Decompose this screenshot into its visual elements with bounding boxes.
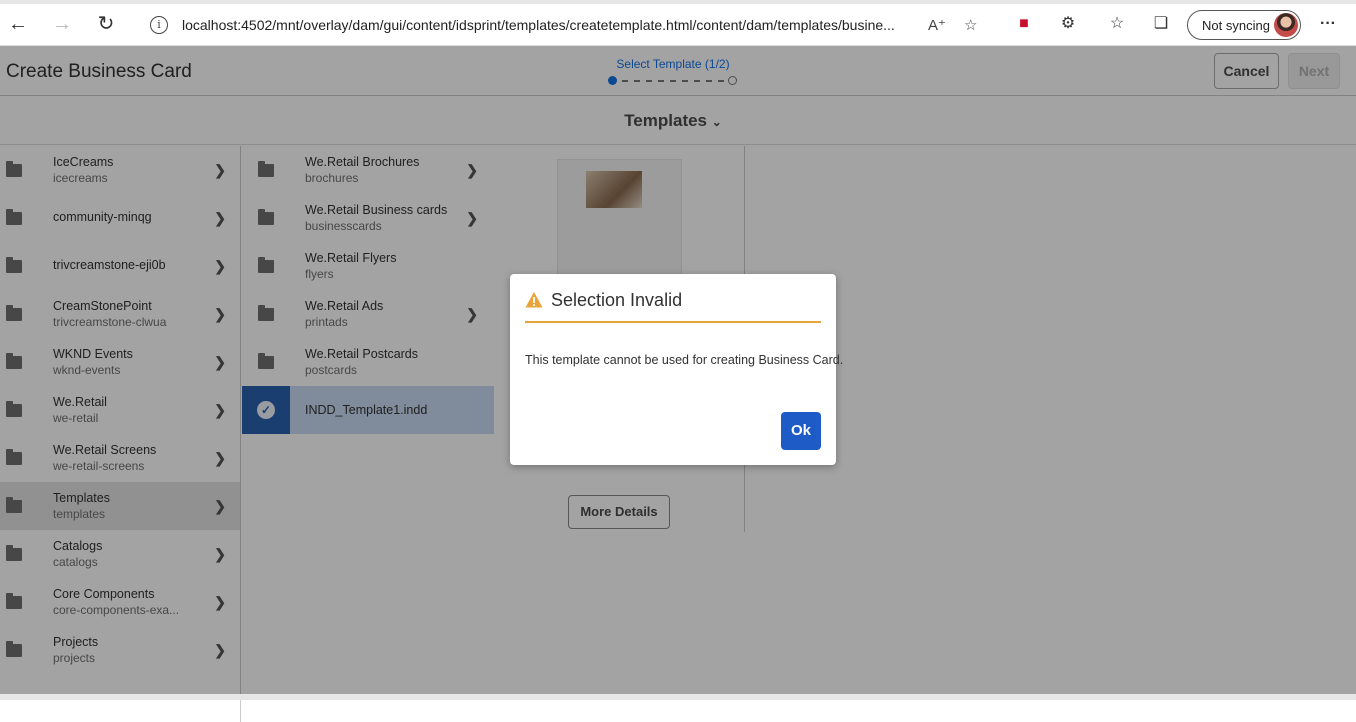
window-bottom-edge	[0, 694, 1356, 700]
more-menu-icon[interactable]: ···	[1317, 13, 1339, 35]
dialog-divider	[525, 321, 821, 323]
tab-strip	[0, 0, 1356, 4]
forward-arrow-icon[interactable]: →	[50, 12, 74, 36]
avatar	[1274, 13, 1298, 37]
url-text[interactable]: localhost:4502/mnt/overlay/dam/gui/conte…	[182, 17, 922, 33]
collections-icon[interactable]: ❏	[1150, 13, 1172, 35]
selection-invalid-dialog: Selection Invalid This template cannot b…	[510, 274, 843, 465]
back-arrow-icon[interactable]: ←	[6, 12, 30, 36]
address-bar[interactable]: i localhost:4502/mnt/overlay/dam/gui/con…	[134, 9, 996, 41]
profile-button[interactable]: Not syncing	[1187, 10, 1301, 40]
browser-toolbar: ← → ↻ i localhost:4502/mnt/overlay/dam/g…	[0, 0, 1356, 46]
dialog-title: Selection Invalid	[551, 290, 683, 310]
profile-status-label: Not syncing	[1202, 18, 1270, 33]
read-aloud-icon[interactable]: A⁺	[928, 16, 946, 34]
warning-icon	[525, 292, 543, 308]
favorites-icon[interactable]: ☆	[1106, 13, 1128, 35]
mcafee-extension-icon[interactable]: ■	[1013, 13, 1035, 35]
extensions-icon[interactable]: ⚙	[1057, 13, 1079, 35]
site-info-icon[interactable]: i	[150, 16, 168, 34]
add-favorite-icon[interactable]: ☆	[964, 16, 977, 34]
ok-button[interactable]: Ok	[781, 412, 821, 450]
refresh-icon[interactable]: ↻	[94, 12, 118, 36]
dialog-message: This template cannot be used for creatin…	[525, 353, 844, 367]
